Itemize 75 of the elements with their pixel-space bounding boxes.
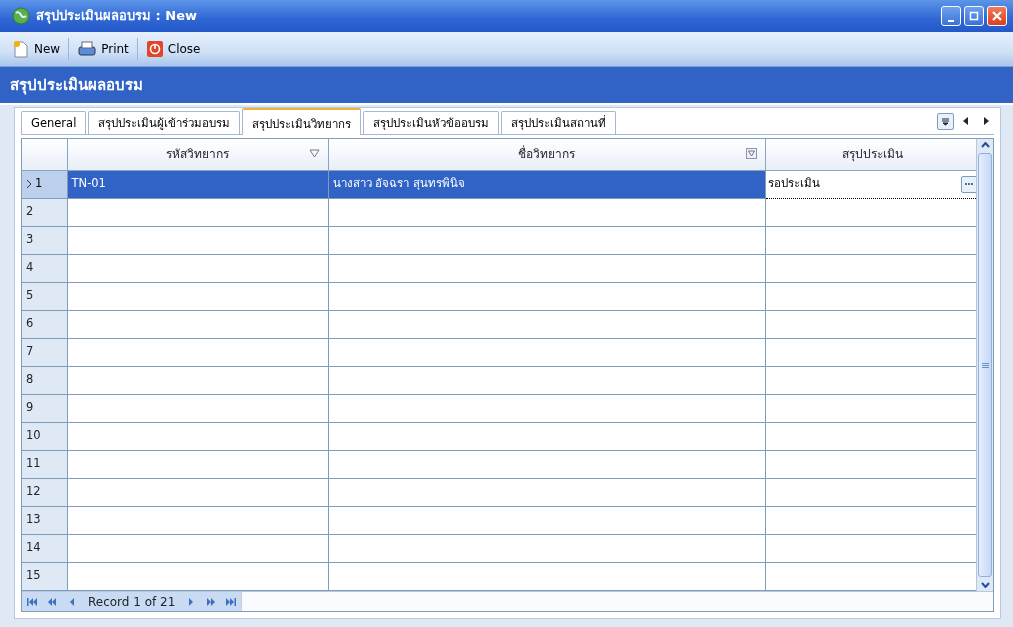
table-cell: นางสาว อัจฉรา สุนทรพินิจ xyxy=(328,170,765,198)
row-header[interactable]: 9 xyxy=(22,394,67,422)
row-header[interactable]: 3 xyxy=(22,226,67,254)
filter-icon[interactable] xyxy=(745,148,757,159)
row-number: 12 xyxy=(26,484,41,499)
column-header-label: รหัสวิทยากร xyxy=(166,147,229,162)
column-header[interactable]: รหัสวิทยากร xyxy=(67,139,328,170)
column-header-label: ชื่อวิทยากร xyxy=(518,147,575,162)
row-header[interactable]: 7 xyxy=(22,338,67,366)
tab[interactable]: สรุปประเมินผู้เข้าร่วมอบรม xyxy=(88,110,241,134)
close-button[interactable]: Close xyxy=(141,38,205,60)
new-button[interactable]: New xyxy=(8,38,65,60)
tab[interactable]: สรุปประเมินหัวข้ออบรม xyxy=(363,110,500,134)
row-number: 14 xyxy=(26,540,41,555)
row-header[interactable]: 11 xyxy=(22,450,67,478)
tab[interactable]: General xyxy=(21,110,87,134)
window-title: สรุปประเมินผลอบรม : New xyxy=(36,7,198,26)
row-number: 4 xyxy=(26,260,34,275)
row-number: 7 xyxy=(26,344,34,359)
scrollbar-thumb[interactable] xyxy=(978,153,992,577)
row-number: 5 xyxy=(26,288,34,303)
row-header[interactable]: 4 xyxy=(22,254,67,282)
maximize-icon xyxy=(969,11,979,21)
minimize-button[interactable] xyxy=(941,6,961,26)
column-header[interactable]: สรุปประเมิน xyxy=(765,139,976,170)
row-number: 15 xyxy=(26,568,41,583)
vertical-scrollbar[interactable] xyxy=(976,139,993,591)
row-header[interactable]: 5 xyxy=(22,282,67,310)
print-button[interactable]: Print xyxy=(73,38,133,60)
row-header[interactable]: 12 xyxy=(22,478,67,506)
row-header[interactable]: 1 xyxy=(22,170,67,198)
row-header[interactable]: 13 xyxy=(22,506,67,534)
row-number: 6 xyxy=(26,316,34,331)
left-arrow-icon xyxy=(962,117,969,125)
minimize-icon xyxy=(948,20,954,22)
row-number: 11 xyxy=(26,456,41,471)
globe-icon xyxy=(12,7,30,25)
tab[interactable]: สรุปประเมินวิทยากร xyxy=(242,107,362,135)
right-arrow-icon xyxy=(982,117,989,125)
row-header[interactable]: 15 xyxy=(22,562,67,590)
close-button[interactable] xyxy=(987,6,1007,26)
power-icon xyxy=(145,40,164,58)
row-number: 8 xyxy=(26,372,34,387)
tab[interactable]: สรุปประเมินสถานที่ xyxy=(501,110,617,134)
column-header[interactable]: ชื่อวิทยากร xyxy=(328,139,765,170)
printer-icon xyxy=(77,40,98,58)
column-header-label: สรุปประเมิน xyxy=(842,147,903,162)
row-number: 1 xyxy=(35,176,43,191)
cell-editor-text[interactable]: รอประเมิน xyxy=(767,175,820,193)
first-arrow-icon xyxy=(26,597,38,606)
row-number: 13 xyxy=(26,512,41,527)
horizontal-scrollbar[interactable] xyxy=(241,592,993,611)
tab-list-button[interactable] xyxy=(937,112,954,130)
section-heading: สรุปประเมินผลอบรม xyxy=(0,67,1013,105)
row-number: 10 xyxy=(26,428,41,443)
row-header[interactable]: 2 xyxy=(22,198,67,226)
row-number: 9 xyxy=(26,400,34,415)
last-arrow-icon xyxy=(225,597,238,606)
new-document-icon xyxy=(12,40,30,58)
close-icon xyxy=(992,11,1002,21)
row-number: 3 xyxy=(26,232,34,247)
double-left-arrow-icon xyxy=(46,597,58,606)
row-header[interactable]: 14 xyxy=(22,534,67,562)
dropdown-icon xyxy=(941,116,950,126)
record-counter: Record 1 of 21 xyxy=(87,593,177,611)
ellipsis-button[interactable] xyxy=(960,175,976,193)
row-header[interactable]: 6 xyxy=(22,310,67,338)
maximize-button[interactable] xyxy=(964,6,984,26)
row-number: 2 xyxy=(26,204,34,219)
row-header[interactable]: 8 xyxy=(22,366,67,394)
row-header[interactable]: 10 xyxy=(22,422,67,450)
ellipsis-icon xyxy=(964,182,974,186)
double-right-arrow-icon xyxy=(205,597,218,606)
table-cell: TN-01 xyxy=(67,170,328,198)
filter-icon[interactable] xyxy=(308,148,320,159)
